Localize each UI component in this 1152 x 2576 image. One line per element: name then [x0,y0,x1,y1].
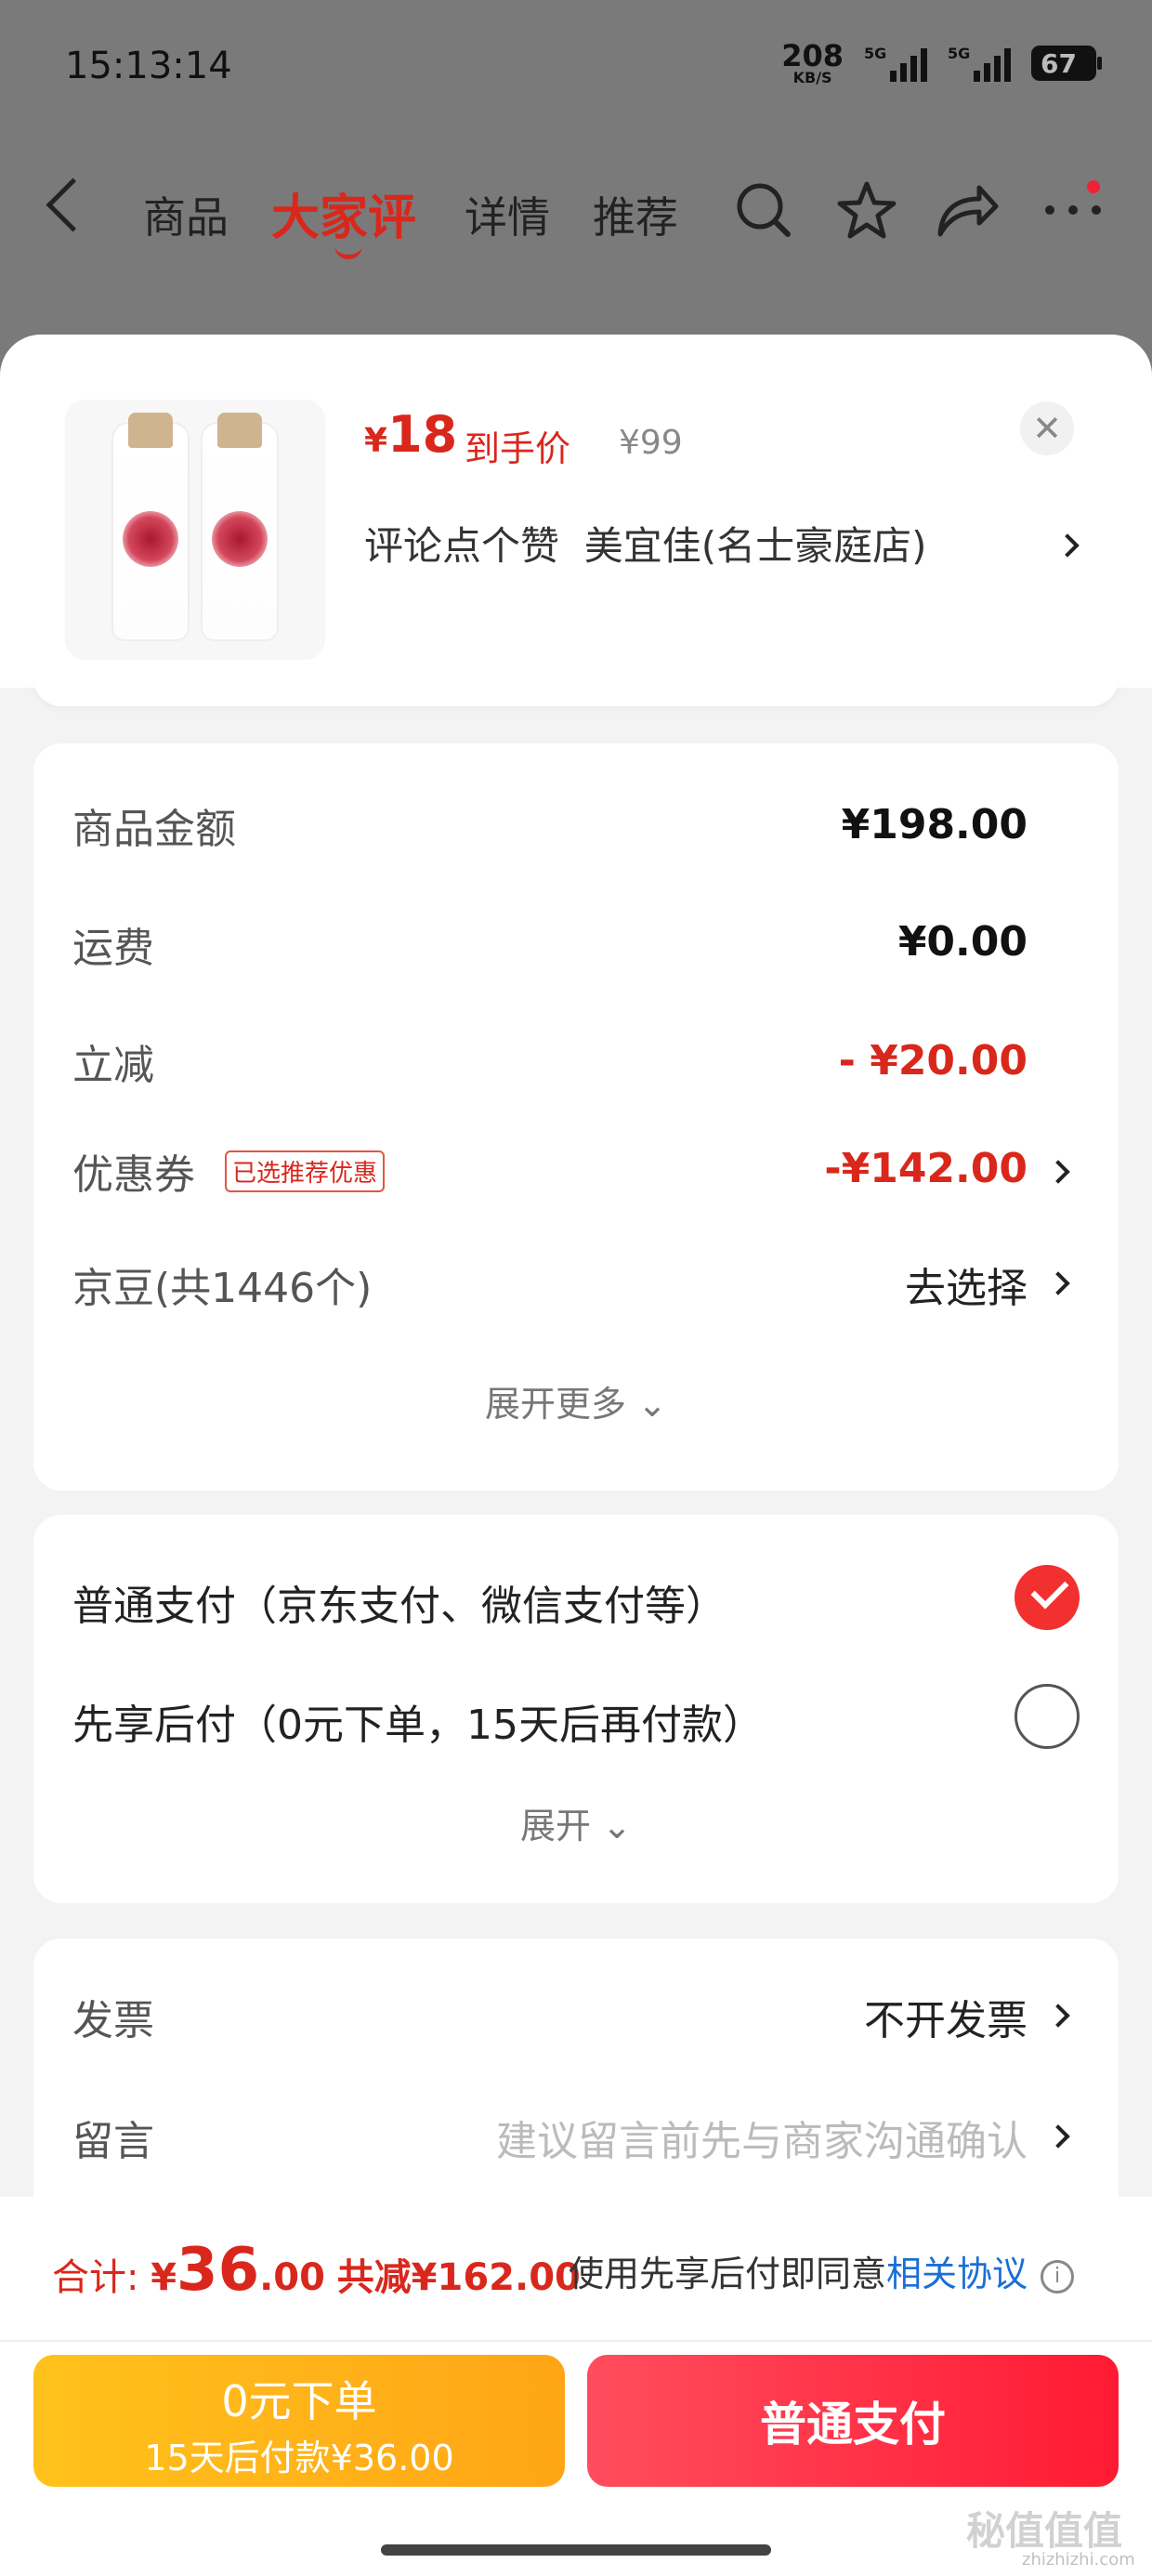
original-price: ¥99 [619,424,683,462]
chevron-right-icon [1046,1160,1070,1184]
store-line[interactable]: 评论点个赞 美宜佳(名士豪庭店) [364,515,927,572]
status-icons: 208 KB/S 5G 5G 67 [781,38,1102,86]
watermark-url: zhizhizhi.com [1022,2550,1135,2569]
normal-pay-button[interactable]: 普通支付 [587,2355,1119,2487]
beans-row[interactable]: 京豆(共1446个) 去选择 [33,1245,1119,1329]
message-label: 留言 [72,2118,154,2165]
star-icon[interactable] [834,178,899,243]
checked-icon[interactable] [1015,1565,1080,1630]
payment-option-later[interactable]: 先享后付（0元下单，15天后再付款） [33,1671,1119,1764]
expand-button[interactable]: 展开 ⌄ [33,1797,1119,1848]
coupon-value: -¥142.00 [824,1145,1028,1192]
beans-label: 京豆(共1446个) [72,1265,373,1312]
payment-option-normal[interactable]: 普通支付（京东支付、微信支付等） [33,1552,1119,1645]
total-saved: 共减¥162.00 [336,2256,581,2299]
discount-value: - ¥20.00 [838,1037,1028,1084]
agreement-link[interactable]: 相关协议 [886,2254,1028,2294]
store-name: 美宜佳(名士豪庭店) [583,523,927,569]
close-button[interactable]: ✕ [1020,401,1074,455]
chevron-down-icon: ⌄ [637,1384,667,1425]
agreement-text: 使用先享后付即同意相关协议 i [569,2245,1075,2296]
order-total: 合计: ¥36.00 共减¥162.00 [52,2236,581,2305]
chevron-right-icon [1046,1271,1070,1295]
message-row[interactable]: 留言 建议留言前先与商家沟通确认 [33,2096,1119,2180]
more-icon[interactable] [1041,199,1106,217]
watermark: 秘值值值 [966,2508,1123,2554]
review-promo: 评论点个赞 [364,523,560,569]
price-summary-card: 商品金额 ¥198.00 运费 ¥0.00 立减 - ¥20.00 优惠券 已选… [33,743,1119,1491]
back-arrow-icon[interactable] [46,177,100,232]
goods-amount-value: ¥198.00 [841,801,1028,848]
payment-method-card: 普通支付（京东支付、微信支付等） 先享后付（0元下单，15天后再付款） 展开 ⌄ [33,1515,1119,1903]
message-placeholder: 建议留言前先与商家沟通确认 [496,2118,1028,2165]
network-speed: 208 KB/S [781,38,844,86]
bottom-action-bar: 合计: ¥36.00 共减¥162.00 使用先享后付即同意相关协议 i 0元下单… [0,2197,1152,2576]
chevron-right-icon [1046,2124,1070,2149]
chevron-right-icon [1055,533,1080,558]
header-card-edge [33,678,1119,706]
beans-action: 去选择 [905,1265,1028,1312]
expand-more-button[interactable]: 展开更多 ⌄ [33,1375,1119,1426]
chevron-right-icon [1046,2004,1070,2028]
tab-recommend[interactable]: 推荐 [593,184,678,245]
invoice-value: 不开发票 [864,1997,1028,2044]
shipping-value: ¥0.00 [897,918,1028,966]
status-time: 15:13:14 [65,45,232,87]
active-tab-indicator [334,242,362,259]
payment-later-label: 先享后付（0元下单，15天后再付款） [72,1702,764,1749]
final-price: ¥18 [364,405,458,464]
home-indicator[interactable] [381,2544,771,2556]
search-icon[interactable] [734,180,793,240]
share-icon[interactable] [933,180,1000,240]
info-icon[interactable]: i [1041,2259,1075,2293]
product-header: ¥18 到手价 ¥99 ✕ 评论点个赞 美宜佳(名士豪庭店) [0,335,1152,688]
pay-later-button[interactable]: 0元下单 15天后付款¥36.00 [33,2355,565,2487]
invoice-row[interactable]: 发票 不开发票 [33,1976,1119,2059]
coupon-label: 优惠券 [72,1151,195,1199]
coupon-badge: 已选推荐优惠 [225,1150,386,1192]
chevron-down-icon: ⌄ [602,1806,632,1847]
notification-dot [1087,180,1100,193]
tab-details[interactable]: 详情 [465,184,550,245]
top-nav: 商品 大家评 详情 推荐 [0,167,1152,260]
battery-icon: 67 [1031,46,1102,81]
tab-goods[interactable]: 商品 [143,184,229,245]
shipping-label: 运费 [72,925,154,972]
invoice-label: 发票 [72,1997,154,2044]
signal-icon-2: 5G [948,45,1011,82]
product-image [65,400,325,660]
coupon-row[interactable]: 优惠券 已选推荐优惠 -¥142.00 [33,1134,1119,1217]
divider [0,2340,1152,2342]
tab-reviews[interactable]: 大家评 [271,178,416,248]
unchecked-icon[interactable] [1015,1684,1080,1749]
signal-icon: 5G [864,45,927,82]
goods-amount-label: 商品金额 [72,806,236,853]
payment-normal-label: 普通支付（京东支付、微信支付等） [72,1583,727,1630]
price-tag: 到手价 [465,428,571,469]
discount-label: 立减 [72,1042,154,1089]
